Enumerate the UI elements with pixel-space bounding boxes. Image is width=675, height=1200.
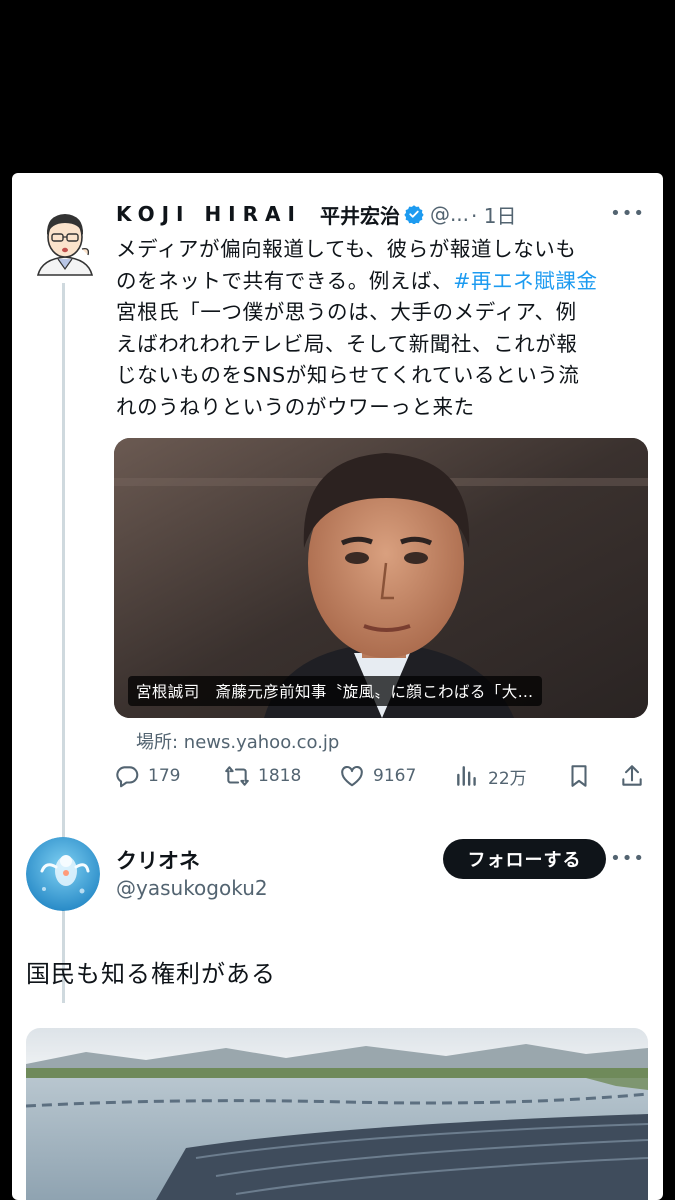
reply-count: 179 [148,766,181,786]
tweet-text-line: えばわれわれテレビ局、そして新聞社、これが報 [116,331,578,356]
tweet-text-line: 宮根氏「一つ僕が思うのは、大手のメディア、例 [116,300,577,324]
tweet-text: メディアが偏向報道しても、彼らが報道しないも のをネットで共有できる。例えば、#… [116,234,656,423]
retweet-button[interactable]: 1818 [224,763,301,789]
tweet-text-fragment: のをネットで共有できる。例えば、 [116,268,454,293]
like-icon [341,765,363,787]
views-count: 22万 [488,768,527,789]
bookmark-button[interactable] [566,763,600,789]
tweet-text-line: のをネットで共有できる。例えば、#再エネ賦課金 [116,266,656,298]
author-handle[interactable]: @... [430,202,469,226]
views-icon [457,766,476,786]
link-card-image[interactable]: 宮根誠司 斎藤元彦前知事〝旋風〟に顔こわばる「大… [114,438,648,718]
tweet-text-line: メディアが偏向報道しても、彼らが報道しないも [116,237,577,261]
tweet-text-line: じないものをSNSが知らせてくれているという流 [116,363,580,387]
tweet-text-line: れのうねりというのがウワーっと来た [116,394,475,419]
reply-button[interactable]: 179 [114,763,180,789]
author-avatar[interactable] [34,205,96,277]
tweet-image[interactable] [26,1028,648,1200]
like-count: 9167 [373,766,417,786]
views-button[interactable]: 22万 [454,763,527,789]
link-source[interactable]: 場所: news.yahoo.co.jp [136,728,339,754]
hashtag-link[interactable]: #再エネ賦課金 [453,269,597,293]
timeline-card: KOJI HIRAI 平井宏治 @... · 1日 ••• メディアが偏向報道し… [12,173,663,1200]
retweet-icon [225,766,249,786]
tweet-time[interactable]: · 1日 [471,200,516,229]
like-button[interactable]: 9167 [339,763,416,789]
share-icon [622,765,642,786]
solar-lake-photo [26,1028,648,1200]
follow-button[interactable]: フォローする [443,839,606,879]
retweet-count: 1818 [258,766,302,786]
author-handle[interactable]: @yasukogoku2 [116,876,268,900]
author-name[interactable]: 平井宏治 [320,200,400,229]
link-card-caption: 宮根誠司 斎藤元彦前知事〝旋風〟に顔こわばる「大… [128,676,542,706]
reply-icon [116,766,139,788]
tweet-header: KOJI HIRAI 平井宏治 @... · 1日 [116,199,651,229]
bookmark-icon [571,765,587,787]
more-icon[interactable]: ••• [610,203,645,224]
tweet-text: 国民も知る権利がある [26,960,276,988]
author-name-latin[interactable]: KOJI HIRAI [116,202,302,226]
action-bar: 179 1818 9167 22万 [114,763,649,799]
more-icon[interactable]: ••• [610,848,645,869]
verified-icon [404,205,424,224]
author-avatar[interactable] [26,837,100,911]
author-name[interactable]: クリオネ [116,845,200,875]
share-button[interactable] [619,763,653,789]
